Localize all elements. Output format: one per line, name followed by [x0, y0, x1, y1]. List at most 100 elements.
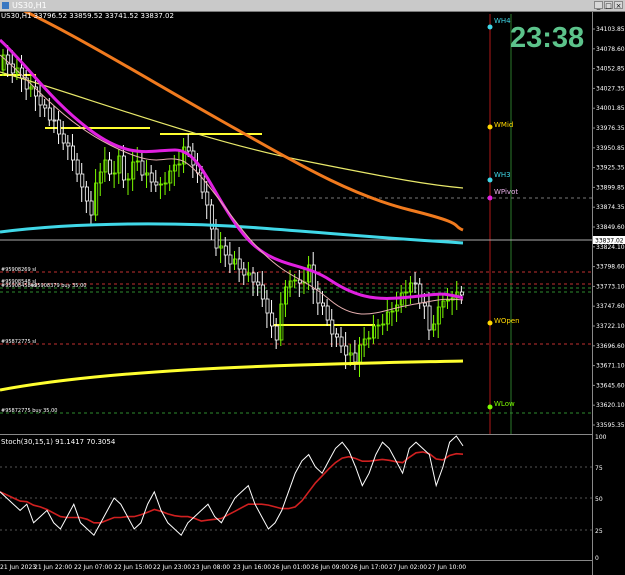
time-axis: 21 Jun 202321 Jun 22:00 22 Jun 07:00 22 Ju…: [0, 564, 466, 571]
minimize-button[interactable]: _: [594, 1, 603, 10]
ma-orange-line: [23, 12, 464, 232]
current-price-label: 33837.02: [595, 238, 624, 245]
candle-body: [362, 338, 367, 346]
candle-body: [348, 352, 353, 356]
chart-window-icon: [2, 2, 9, 9]
candle-body: [265, 298, 270, 314]
candle-body: [459, 291, 464, 296]
level-dot-wh4: [487, 24, 493, 30]
candle-body: [66, 142, 71, 147]
order-label: #95872775 sl: [1, 339, 36, 345]
candle-body: [108, 159, 113, 175]
price-axis: 34103.85 34078.60 34052.85 34027.35 34001.85…: [592, 26, 625, 429]
time-tick-label: 26 Jun 17:00: [350, 564, 388, 571]
candle-body: [418, 283, 423, 304]
candle-body: [140, 160, 145, 176]
time-tick-label: 22 Jun 15:00: [114, 564, 152, 571]
candle-body: [52, 119, 57, 122]
stoch-level-label: 100: [595, 434, 607, 441]
candle-body: [307, 264, 312, 283]
candle-body: [284, 286, 288, 305]
candle-body: [251, 272, 256, 283]
candle-body: [75, 159, 80, 175]
stoch-level-labels: 100 75 50 25 0: [595, 434, 607, 562]
candle-body: [256, 281, 261, 286]
price-chart[interactable]: WH4 WMid WH3 WPivot WOpen WLow #95908269…: [0, 12, 625, 575]
time-tick-label: 23 Jun 16:00: [233, 564, 271, 571]
price-tick-label: 33824.10: [596, 244, 625, 251]
price-tick-label: 33950.85: [596, 145, 625, 152]
candles-group: [1, 45, 464, 377]
candle-body: [29, 86, 34, 90]
candle-body: [131, 161, 136, 180]
candle-body: [38, 95, 43, 106]
close-button[interactable]: ×: [614, 1, 623, 10]
window-titlebar[interactable]: US30,H1 _ □ ×: [0, 0, 625, 12]
price-tick-label: 33595.35: [596, 422, 625, 429]
candle-body: [353, 352, 358, 363]
price-tick-label: 33773.10: [596, 283, 625, 290]
candle-body: [344, 345, 349, 356]
level-label-wmid: WMid: [494, 121, 513, 129]
candle-body: [121, 155, 126, 181]
time-tick-label: 22 Jun 23:00: [153, 564, 191, 571]
price-tick-label: 33849.60: [596, 224, 625, 231]
stoch-main-line: [0, 435, 464, 537]
candle-body: [404, 291, 409, 294]
price-tick-label: 33976.35: [596, 125, 625, 132]
chart-info-line: US30,H1 33796.52 33859.52 33741.52 33837…: [1, 12, 174, 20]
candle-body: [233, 258, 238, 265]
candle-body: [246, 272, 251, 276]
time-tick-label: 21 Jun 22:00: [34, 564, 72, 571]
candle-body: [172, 164, 177, 172]
candle-body: [159, 183, 163, 186]
candle-body: [149, 172, 154, 183]
candle-body: [98, 171, 103, 184]
level-dot-wlow: [487, 404, 493, 410]
level-dot-wmid: [487, 124, 493, 130]
candle-body: [237, 258, 242, 270]
candle-body: [311, 264, 316, 290]
time-tick-label: 21 Jun 2023: [0, 564, 36, 571]
price-tick-label: 33645.60: [596, 382, 625, 389]
time-tick-label: 26 Jun 09:00: [311, 564, 349, 571]
price-tick-label: 33874.35: [596, 204, 625, 211]
stoch-level-label: 50: [595, 496, 603, 503]
candle-body: [413, 282, 418, 285]
price-tick-label: 33747.60: [596, 303, 625, 310]
candle-body: [330, 319, 335, 335]
candle-body: [446, 299, 451, 302]
candle-body: [219, 245, 224, 249]
candle-body: [43, 104, 48, 109]
candle-body: [61, 133, 66, 144]
stoch-level-label: 0: [595, 555, 599, 562]
order-label: #95908269 sl: [1, 267, 36, 273]
price-tick-label: 33620.10: [596, 402, 625, 409]
candle-body: [339, 336, 344, 347]
candle-body: [126, 178, 131, 181]
stoch-level-label: 25: [595, 528, 603, 535]
level-dot-wopen: [487, 320, 493, 326]
ma-long-yellow-line: [0, 359, 464, 392]
candle-body: [371, 325, 376, 339]
level-label-wlow: WLow: [494, 400, 515, 408]
candle-body: [321, 302, 326, 307]
price-tick-label: 33722.10: [596, 323, 625, 330]
maximize-button[interactable]: □: [604, 1, 613, 10]
time-tick-label: 22 Jun 07:00: [74, 564, 112, 571]
candle-body: [441, 300, 446, 308]
price-tick-label: 34027.35: [596, 85, 625, 92]
candle-body: [71, 145, 75, 161]
candle-body: [334, 333, 339, 338]
candle-body: [385, 311, 390, 325]
candle-body: [228, 254, 233, 265]
candle-body: [103, 159, 108, 173]
level-label-wpivot: WPivot: [494, 188, 518, 196]
candle-body: [436, 306, 441, 325]
candle-body: [205, 191, 210, 206]
candle-body: [94, 182, 99, 216]
candle-body: [177, 163, 182, 166]
candle-body: [57, 119, 62, 135]
price-tick-label: 33798.60: [596, 264, 625, 271]
candle-body: [200, 172, 205, 193]
